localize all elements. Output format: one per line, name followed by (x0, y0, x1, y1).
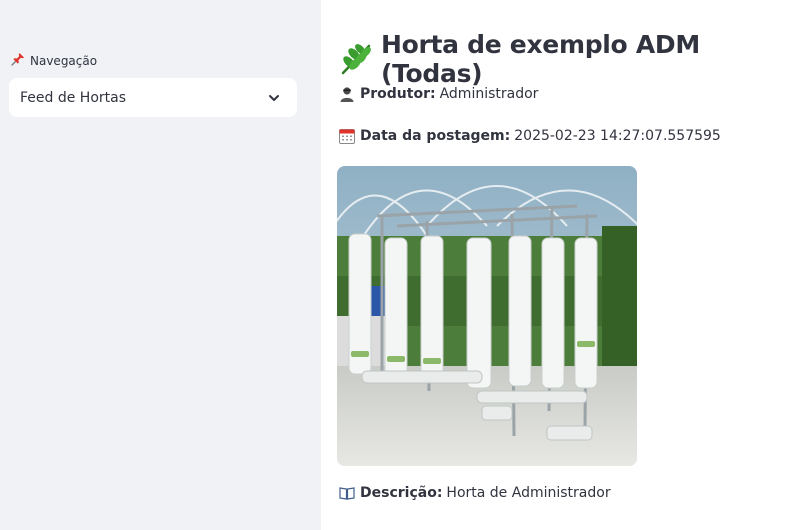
post-date-row: Data da postagem: 2025-02-23 14:27:07.55… (339, 128, 721, 144)
pin-icon (11, 52, 25, 69)
page-title-text: Horta de exemplo ADM (Todas) (381, 30, 700, 88)
page-title: Horta de exemplo ADM (Todas) (339, 30, 809, 88)
producer-value: Administrador (439, 86, 539, 102)
garden-photo (337, 166, 637, 466)
description-label: Descrição: (360, 485, 443, 501)
chevron-down-icon[interactable] (265, 89, 283, 107)
post-date-label: Data da postagem: (360, 128, 511, 144)
sidebar: Navegação Feed de Hortas (0, 0, 321, 530)
book-icon (339, 485, 355, 501)
description-value: Horta de Administrador (446, 485, 611, 501)
producer-row: Produtor: Administrador (339, 86, 538, 102)
post-date-value: 2025-02-23 14:27:07.557595 (514, 128, 721, 144)
user-icon (339, 86, 355, 102)
navigation-label-text: Navegação (30, 53, 98, 68)
calendar-icon (339, 128, 355, 144)
navigation-select-value: Feed de Hortas (20, 89, 127, 106)
leaf-icon (339, 42, 373, 76)
navigation-label: Navegação (11, 52, 97, 69)
navigation-select[interactable]: Feed de Hortas (9, 78, 297, 117)
main-content: Horta de exemplo ADM (Todas) Produtor: A… (321, 0, 809, 530)
description-row: Descrição: Horta de Administrador (339, 485, 611, 501)
producer-label: Produtor: (360, 86, 436, 102)
